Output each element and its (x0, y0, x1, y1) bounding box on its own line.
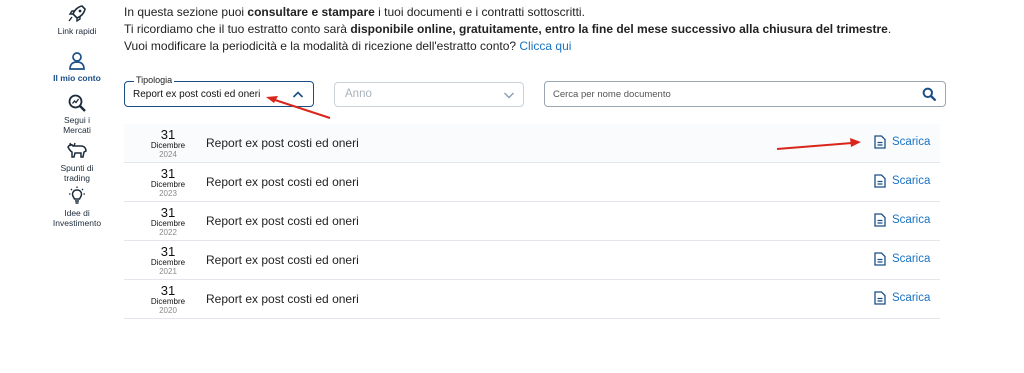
date-day: 31 (160, 283, 176, 298)
scarica-label[interactable]: Scarica (892, 253, 930, 265)
intro-line-3: Vuoi modificare la periodicità e la moda… (124, 38, 891, 55)
sidebar-item-spunti-di-trading[interactable]: Spunti di trading (42, 141, 112, 183)
tipologia-value: Report ex post costi ed oneri (133, 89, 261, 100)
document-row: 31 Dicembre 2024 Report ex post costi ed… (124, 124, 940, 163)
date-month: Dicembre (150, 180, 186, 189)
clicca-qui-link[interactable]: Clicca qui (519, 39, 571, 53)
document-date: 31 Dicembre 2020 (142, 284, 194, 315)
document-row: 31 Dicembre 2022 Report ex post costi ed… (124, 202, 940, 241)
sidebar-item-label: Link rapidi (57, 26, 97, 36)
intro-bold-segment: disponibile online, gratuitamente, entro… (350, 22, 888, 36)
document-name: Report ex post costi ed oneri (206, 175, 359, 189)
date-month: Dicembre (150, 258, 186, 267)
document-row: 31 Dicembre 2021 Report ex post costi ed… (124, 241, 940, 280)
intro-text-segment: . (887, 22, 892, 36)
scarica-label[interactable]: Scarica (892, 136, 930, 148)
date-month: Dicembre (150, 219, 186, 228)
document-name: Report ex post costi ed oneri (206, 253, 359, 267)
search-icon[interactable] (922, 87, 936, 106)
intro-text-segment: Ti ricordiamo che il tuo estratto conto … (124, 22, 351, 36)
search-input[interactable] (553, 86, 903, 102)
chevron-up-icon[interactable] (292, 88, 304, 106)
document-date: 31 Dicembre 2023 (142, 167, 194, 198)
sidebar-item-link-rapidi[interactable]: Link rapidi (42, 4, 112, 36)
scarica-label[interactable]: Scarica (892, 175, 930, 187)
search-field[interactable] (544, 81, 946, 107)
intro-bold-segment: consultare e stampare (247, 5, 375, 19)
intro-text: In questa sezione puoi consultare e stam… (124, 4, 891, 55)
user-icon (42, 51, 112, 71)
document-icon (874, 174, 886, 188)
document-list: 31 Dicembre 2024 Report ex post costi ed… (124, 124, 940, 319)
document-icon (874, 135, 886, 149)
document-row: 31 Dicembre 2023 Report ex post costi ed… (124, 163, 940, 202)
date-year: 2020 (159, 306, 177, 315)
tipologia-label: Tipologia (134, 74, 175, 86)
rocket-icon (42, 4, 112, 24)
intro-line-1: In questa sezione puoi consultare e stam… (124, 4, 891, 21)
document-icon (874, 291, 886, 305)
date-year: 2022 (159, 228, 177, 237)
date-year: 2024 (159, 150, 177, 159)
date-month: Dicembre (150, 297, 186, 306)
anno-placeholder: Anno (345, 88, 372, 100)
chevron-down-icon[interactable] (503, 88, 515, 106)
intro-line-2: Ti ricordiamo che il tuo estratto conto … (124, 21, 891, 38)
document-name: Report ex post costi ed oneri (206, 136, 359, 150)
sidebar-item-idee-di-investimento[interactable]: Idee di Investimento (42, 186, 112, 228)
document-date: 31 Dicembre 2021 (142, 245, 194, 276)
document-name: Report ex post costi ed oneri (206, 292, 359, 306)
scarica-label[interactable]: Scarica (892, 214, 930, 226)
document-date: 31 Dicembre 2022 (142, 206, 194, 237)
lightbulb-icon (42, 186, 112, 206)
date-day: 31 (160, 127, 176, 142)
sidebar-item-label: Idee di Investimento (52, 208, 102, 228)
sidebar-item-label: Spunti di trading (60, 163, 94, 183)
date-day: 31 (160, 166, 176, 181)
bull-icon (42, 141, 112, 161)
anno-select[interactable]: Anno (334, 82, 524, 107)
document-name: Report ex post costi ed oneri (206, 214, 359, 228)
intro-text-segment: In questa sezione puoi (124, 5, 248, 19)
sidebar-item-label: Segui i Mercati (63, 115, 91, 135)
intro-text-segment: i tuoi documenti e i contratti sottoscri… (374, 5, 585, 19)
intro-text-segment: Vuoi modificare la periodicità e la moda… (124, 39, 520, 53)
document-date: 31 Dicembre 2024 (142, 128, 194, 159)
sidebar-item-segui-i-mercati[interactable]: Segui i Mercati (42, 93, 112, 135)
date-month: Dicembre (150, 141, 186, 150)
scarica-label[interactable]: Scarica (892, 292, 930, 304)
document-icon (874, 252, 886, 266)
document-row: 31 Dicembre 2020 Report ex post costi ed… (124, 280, 940, 319)
tipologia-select[interactable]: Tipologia Report ex post costi ed oneri (124, 74, 314, 107)
sidebar-item-label: Il mio conto (53, 73, 101, 83)
date-day: 31 (160, 244, 176, 259)
sidebar-item-il-mio-conto[interactable]: Il mio conto (42, 51, 112, 83)
date-year: 2023 (159, 189, 177, 198)
document-icon (874, 213, 886, 227)
chart-magnifier-icon (42, 93, 112, 113)
date-day: 31 (160, 205, 176, 220)
date-year: 2021 (159, 267, 177, 276)
